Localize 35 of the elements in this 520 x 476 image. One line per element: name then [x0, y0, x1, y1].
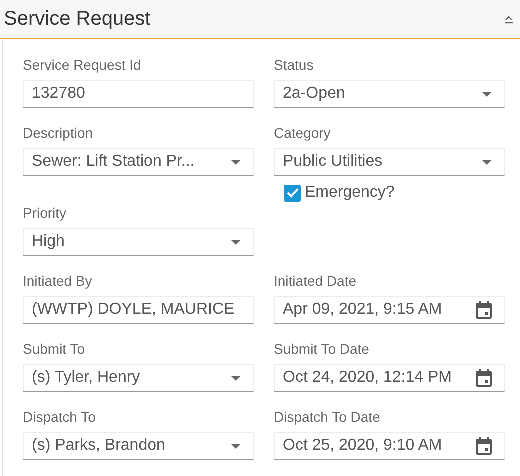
field-label: Category: [274, 124, 332, 142]
caret-icon: [482, 92, 492, 96]
dropdown[interactable]: (s) Tyler, Henry: [23, 364, 254, 392]
panel-title: Service Request: [4, 8, 151, 30]
calendar-icon: [476, 369, 492, 387]
dropdown[interactable]: (s) Parks, Brandon: [23, 432, 254, 460]
caret-icon: [231, 376, 241, 380]
dropdown[interactable]: 2a-Open: [274, 80, 505, 108]
input-field[interactable]: (WWTP) DOYLE, MAURICE: [23, 296, 254, 324]
calendar-icon: [476, 301, 492, 319]
input-field[interactable]: 132780: [23, 80, 254, 108]
dropdown[interactable]: Public Utilities: [274, 148, 505, 176]
caret-icon: [231, 240, 241, 244]
field-label: Dispatch To: [23, 408, 97, 426]
field-label: Submit To Date: [274, 340, 370, 358]
field-label: Submit To: [23, 340, 86, 358]
date-field[interactable]: Oct 24, 2020, 12:14 PM: [274, 364, 505, 392]
calendar-icon: [476, 437, 492, 455]
caret-icon: [231, 444, 241, 448]
caret-icon: [482, 160, 492, 164]
caret-icon: [231, 160, 241, 164]
dropdown[interactable]: Sewer: Lift Station Pr...: [23, 148, 254, 176]
field-label: Description: [23, 124, 94, 142]
field-label: Priority: [23, 204, 68, 222]
checkbox[interactable]: [284, 184, 301, 202]
date-field[interactable]: Apr 09, 2021, 9:15 AM: [274, 296, 505, 324]
field-label: Service Request Id: [23, 56, 142, 74]
field-label: Dispatch To Date: [274, 408, 382, 426]
field-label: Initiated By: [23, 272, 94, 290]
date-field[interactable]: Oct 25, 2020, 9:10 AM: [274, 432, 505, 460]
field-label: Initiated Date: [274, 272, 358, 290]
checkbox-label: Emergency?: [305, 184, 395, 202]
dropdown[interactable]: High: [23, 228, 254, 256]
collapse-icon[interactable]: [504, 14, 514, 24]
field-label: Status: [274, 56, 315, 74]
